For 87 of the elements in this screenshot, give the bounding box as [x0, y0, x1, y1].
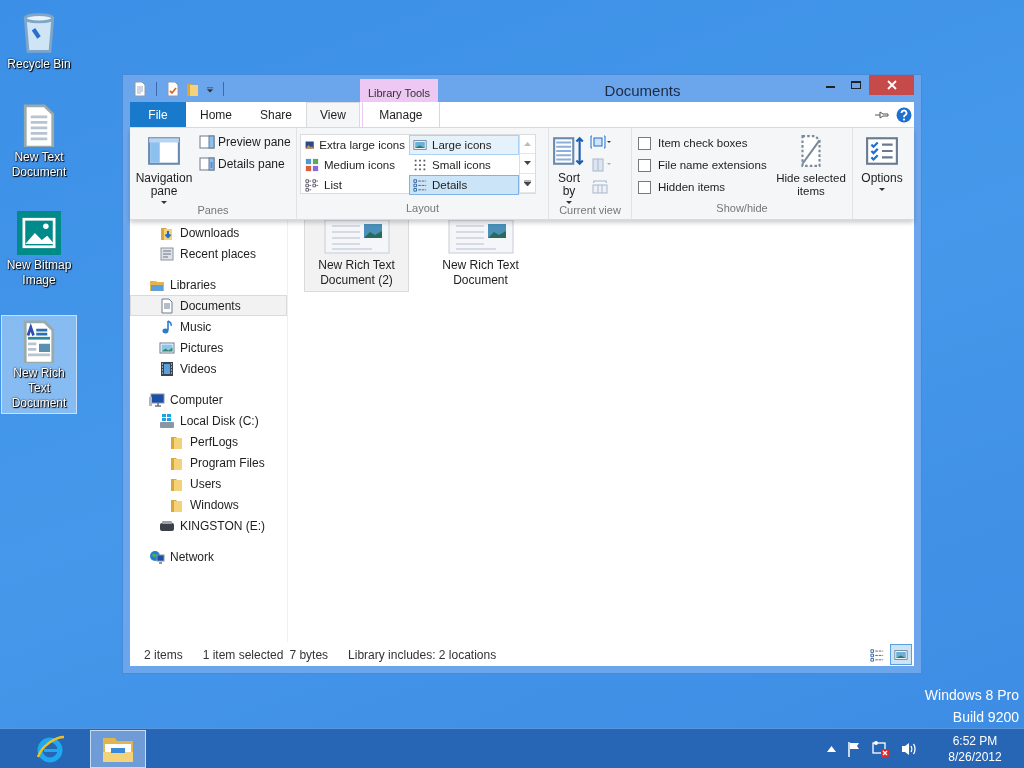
nav-item[interactable]: Music — [130, 316, 287, 337]
window-title: Documents — [603, 81, 682, 99]
down-arrow-icon — [524, 161, 531, 166]
pane-icon — [199, 156, 215, 172]
network-icon — [149, 548, 165, 565]
nav-item[interactable]: KINGSTON (E:) — [130, 515, 287, 536]
checkbox[interactable]: Item check boxes — [638, 134, 771, 152]
status-text: 2 items — [144, 647, 183, 662]
properties-icon — [132, 81, 148, 97]
status-text: 7 bytes — [289, 647, 329, 662]
close-button[interactable] — [869, 75, 914, 95]
group-label: Show/hide — [715, 202, 769, 216]
show-hidden-icons-button[interactable] — [825, 745, 838, 752]
layout-option[interactable]: Medium icons — [301, 155, 409, 175]
group-label: Current view — [558, 204, 622, 218]
layout-option[interactable]: Extra large icons — [301, 135, 409, 155]
up-arrow-icon — [524, 142, 531, 147]
nav-item[interactable]: Windows — [130, 494, 287, 515]
layout-option[interactable]: List — [301, 175, 409, 195]
nav-item[interactable]: Local Disk (C:) — [130, 410, 287, 431]
ribbon-tab[interactable]: Manage — [361, 102, 440, 127]
nav-item[interactable]: Users — [130, 473, 287, 494]
group-label: Panes — [196, 204, 230, 218]
details-view-icon — [869, 647, 885, 662]
recent-places-icon — [159, 245, 175, 262]
ribbon-tab[interactable]: Home — [186, 102, 246, 127]
nav-item[interactable]: Downloads — [130, 222, 287, 243]
layout-option[interactable]: Large icons — [409, 135, 519, 155]
pane-layout-icon — [147, 134, 181, 168]
nav-item[interactable]: Videos — [130, 358, 287, 379]
expand-arrow-icon — [524, 179, 531, 186]
layout-option[interactable]: Details — [409, 175, 519, 195]
file-item[interactable]: New Rich Text Document — [428, 220, 533, 292]
sort-icon — [552, 134, 586, 168]
status-text: 1 item selected — [202, 647, 284, 662]
nav-item[interactable]: Computer — [130, 389, 287, 410]
large-icons-view-button[interactable] — [890, 644, 912, 665]
medium-icons-icon — [305, 158, 319, 172]
caret-icon — [161, 201, 167, 204]
picture-icon — [159, 339, 175, 356]
os-edition-text: Build 9200 — [951, 708, 1019, 727]
network-error-icon[interactable] — [870, 739, 892, 758]
film-icon — [159, 360, 175, 377]
nav-item[interactable]: Pictures — [130, 337, 287, 358]
computer-icon — [149, 391, 165, 408]
small-icons-icon — [413, 158, 427, 172]
list-view-icon — [305, 178, 319, 192]
caret-icon — [879, 188, 885, 191]
group-by-button[interactable] — [588, 132, 614, 152]
large-icons-icon — [893, 647, 909, 662]
file-item[interactable]: New Rich Text Document (2) — [304, 220, 409, 292]
checkbox[interactable]: Hidden items — [638, 178, 771, 196]
nav-item[interactable]: Recent places — [130, 243, 287, 264]
large-icons-icon — [413, 138, 427, 152]
hide-selected-button[interactable]: Hide selected items — [773, 132, 849, 202]
nav-item[interactable]: Libraries — [130, 274, 287, 295]
file-explorer-taskbar-button[interactable] — [90, 729, 146, 768]
dropdown-icon — [205, 84, 215, 94]
nav-item[interactable]: Network — [130, 546, 287, 567]
caret-icon — [566, 201, 572, 204]
pane-icon — [199, 134, 215, 150]
file-menu-tab[interactable]: File — [130, 102, 186, 127]
layout-option[interactable]: Small icons — [409, 155, 519, 175]
nav-item[interactable]: Documents — [130, 295, 287, 316]
checkbox[interactable]: File name extensions — [638, 156, 771, 174]
group-label: Layout — [405, 202, 440, 216]
navigation-pane-button[interactable]: Navigation pane — [133, 132, 195, 204]
folder-icon — [185, 81, 201, 97]
details-pane-button[interactable]: Details pane — [197, 154, 293, 174]
os-edition-text: Windows 8 Pro — [924, 686, 1019, 705]
image-icon — [17, 211, 61, 255]
nav-item[interactable]: Program Files — [130, 452, 287, 473]
status-text: Library includes: 2 locations — [348, 647, 497, 662]
options-list-icon — [865, 134, 899, 168]
preview-pane-button[interactable]: Preview pane — [197, 132, 293, 152]
clock[interactable]: 6:52 PM 8/26/2012 — [938, 732, 1012, 765]
details-view-icon — [413, 178, 427, 192]
ribbon-tab[interactable]: Share — [246, 102, 307, 127]
options-button[interactable]: Options — [856, 132, 908, 191]
extra-large-icons-icon — [305, 138, 315, 152]
nav-item[interactable]: PerfLogs — [130, 431, 287, 452]
disk-drive-icon — [159, 412, 175, 429]
ribbon-tab[interactable]: View — [306, 102, 360, 127]
document-icon — [159, 297, 175, 314]
sort-by-button[interactable]: Sort by — [552, 132, 586, 204]
checked-document-icon — [165, 81, 181, 97]
close-icon — [886, 80, 897, 90]
